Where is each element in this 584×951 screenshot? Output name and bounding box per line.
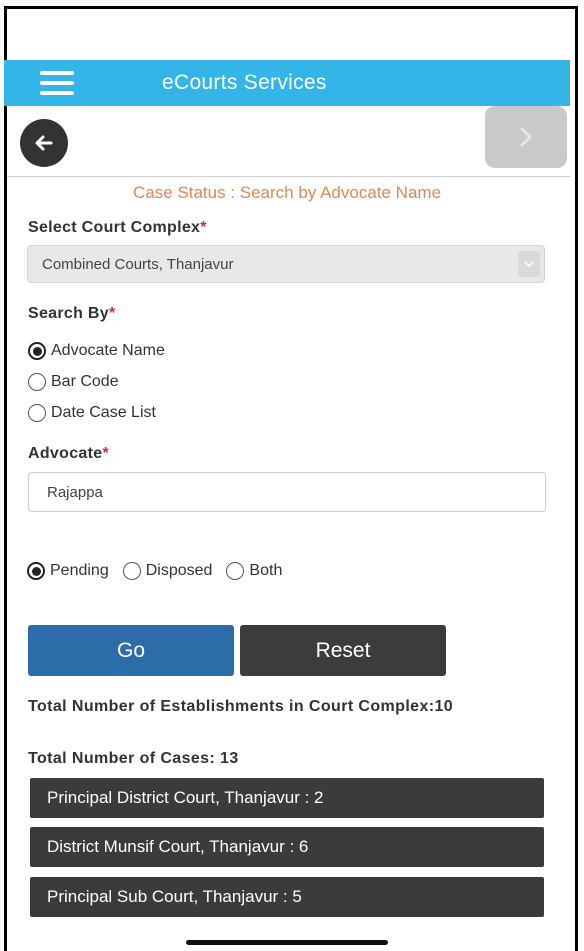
reset-button[interactable]: Reset: [240, 625, 446, 676]
go-button[interactable]: Go: [28, 625, 234, 676]
radio-unchecked-icon[interactable]: [28, 373, 46, 391]
court-list-item[interactable]: Principal District Court, Thanjavur : 2: [30, 778, 544, 818]
radio-label: Advocate Name: [51, 342, 165, 359]
court-list-item[interactable]: Principal Sub Court, Thanjavur : 5: [30, 877, 544, 917]
advocate-label: Advocate*: [28, 445, 109, 463]
radio-label: Disposed: [145, 562, 213, 579]
chevron-right-icon: [520, 127, 532, 147]
court-complex-label-text: Select Court Complex: [28, 219, 201, 236]
advocate-label-text: Advocate: [28, 445, 103, 462]
app-header: eCourts Services: [4, 60, 570, 106]
required-mark: *: [102, 445, 109, 462]
radio-date-case-list[interactable]: Date Case List: [28, 404, 156, 422]
advocate-input[interactable]: [28, 472, 546, 512]
dropdown-caret-icon: [518, 251, 540, 277]
court-complex-select[interactable]: Combined Courts, Thanjavur: [27, 245, 545, 283]
cases-count: Total Number of Cases: 13: [28, 750, 239, 767]
header-divider: [7, 176, 570, 177]
next-button[interactable]: [485, 106, 567, 168]
app-title: eCourts Services: [162, 71, 327, 94]
back-button[interactable]: [20, 119, 68, 167]
radio-label: Bar Code: [51, 373, 119, 390]
establishments-count: Total Number of Establishments in Court …: [28, 698, 454, 715]
radio-label: Date Case List: [51, 404, 156, 421]
court-complex-selected: Combined Courts, Thanjavur: [42, 255, 234, 273]
radio-advocate-name[interactable]: Advocate Name: [28, 342, 165, 360]
required-mark: *: [200, 219, 207, 236]
radio-bar-code[interactable]: Bar Code: [28, 373, 119, 391]
radio-both[interactable]: Both: [226, 562, 282, 580]
radio-unchecked-icon[interactable]: [122, 562, 141, 580]
radio-pending[interactable]: Pending: [27, 562, 109, 580]
court-list-item[interactable]: District Munsif Court, Thanjavur : 6: [30, 827, 544, 867]
page-title: Case Status : Search by Advocate Name: [132, 183, 442, 202]
case-status-radio-group: Pending Disposed Both: [27, 562, 296, 580]
menu-icon[interactable]: [40, 71, 74, 95]
search-by-label-text: Search By: [28, 305, 109, 322]
radio-checked-icon[interactable]: [28, 342, 46, 360]
radio-disposed[interactable]: Disposed: [122, 562, 213, 580]
home-indicator[interactable]: [186, 940, 388, 945]
radio-checked-icon[interactable]: [27, 562, 45, 580]
arrow-left-icon: [35, 135, 53, 151]
radio-label: Both: [249, 562, 283, 579]
required-mark: *: [108, 305, 116, 322]
radio-unchecked-icon[interactable]: [226, 562, 245, 580]
court-complex-label: Select Court Complex*: [28, 219, 207, 237]
radio-label: Pending: [50, 562, 109, 579]
radio-unchecked-icon[interactable]: [28, 404, 46, 422]
search-by-label: Search By*: [28, 305, 116, 323]
